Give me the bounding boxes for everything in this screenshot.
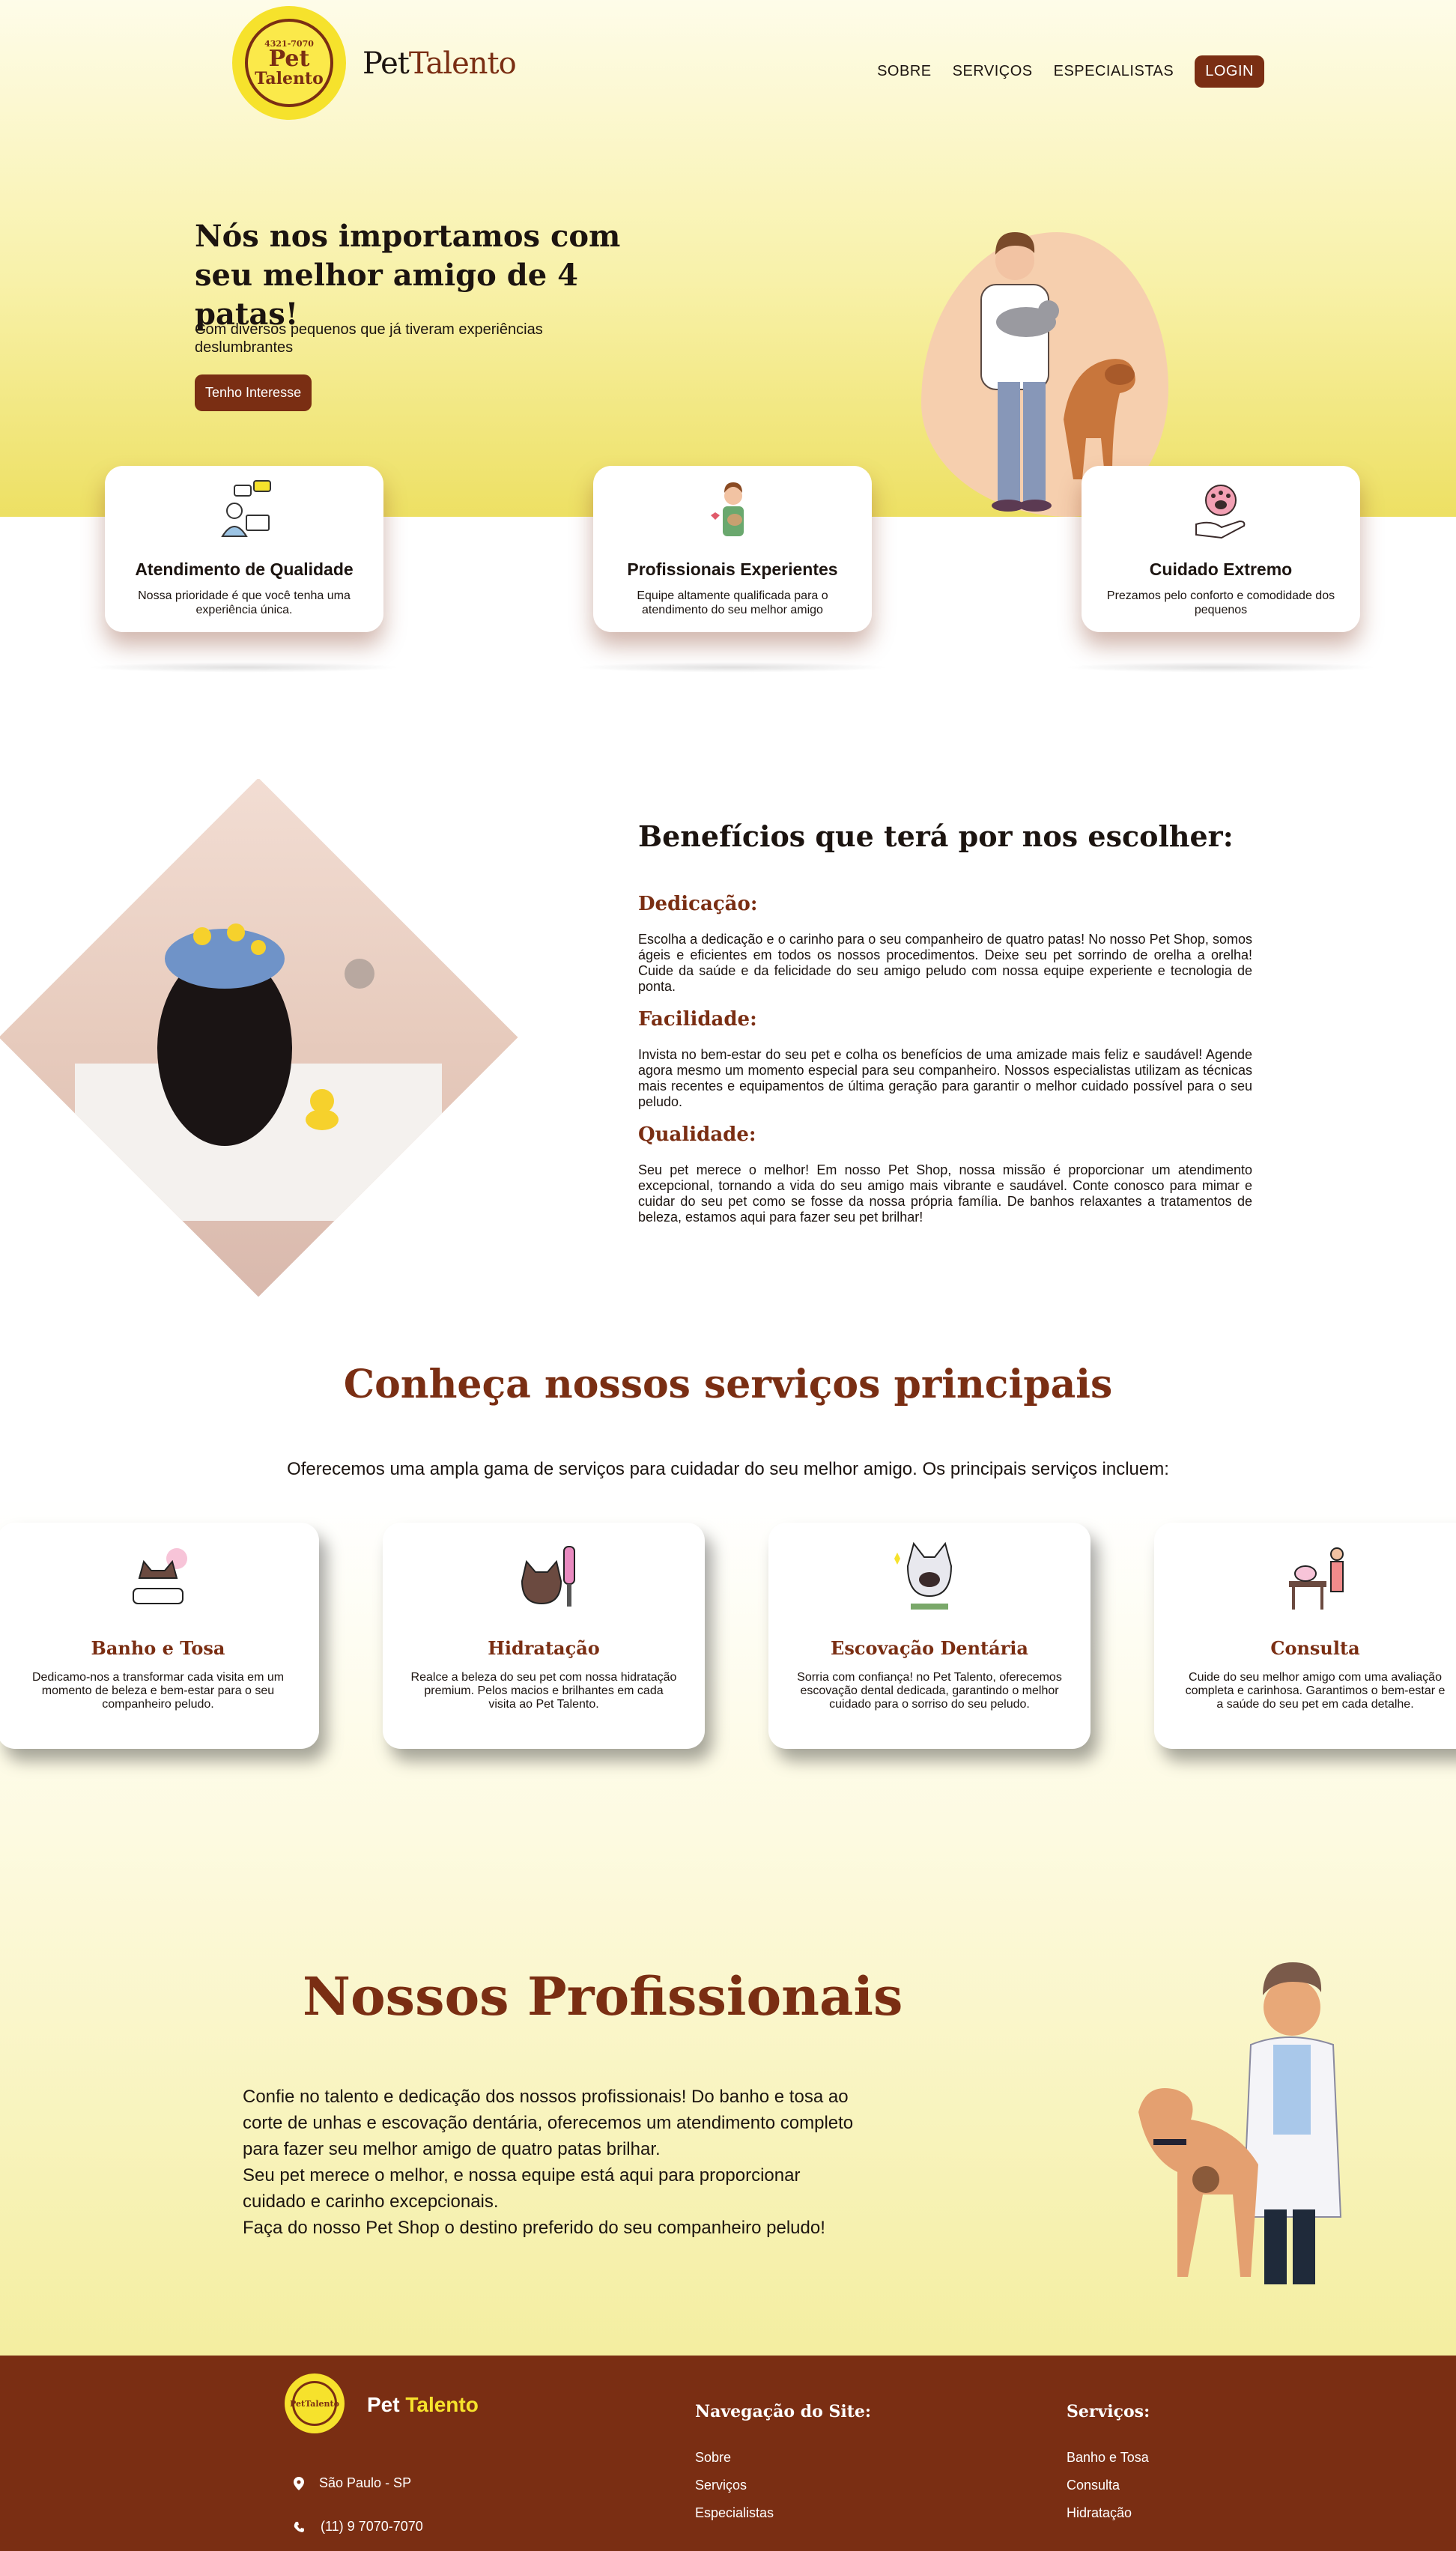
benefit-heading-dedicacao: Dedicação: (638, 893, 758, 915)
card-shadow (1064, 662, 1378, 673)
footer-link-especialistas[interactable]: Especialistas (695, 2505, 774, 2521)
footer-nav-heading: Navegação do Site: (695, 2402, 872, 2421)
services-subtitle: Oferecemos uma ampla gama de serviços pa… (287, 1459, 1169, 1479)
dog-bath-icon (133, 1548, 187, 1604)
service-title: Escovação Dentária (831, 1637, 1028, 1659)
hero-title: Nós nos importamos com seu melhor amigo … (195, 219, 621, 332)
service-card-escovacao[interactable]: Escovação Dentária Sorria com confiança!… (768, 1523, 1091, 1749)
feature-title: Cuidado Extremo (1149, 559, 1293, 579)
footer-brand-talento: Talento (405, 2393, 479, 2416)
footer-logo-badge: Pet Talento (290, 2381, 339, 2426)
service-text: Realce a beleza do seu pet com nossa hid… (410, 1671, 677, 1711)
footer-link-servicos[interactable]: Serviços (695, 2478, 747, 2493)
dog-in-bathtub-illustration (75, 923, 442, 1221)
footer-logo[interactable]: Pet Talento (285, 2373, 345, 2433)
hero-section: 4321-7070 Pet Talento PetTalento SOBRE S… (0, 0, 1456, 517)
professionals-text: Confie no talento e dedicação dos nossos… (243, 2084, 857, 2241)
professionals-line: Faça do nosso Pet Shop o destino preferi… (243, 2218, 825, 2238)
services-title: Conheça nossos serviços principais (343, 1362, 1113, 1407)
hero-subtitle: Com diversos pequenos que já tiveram exp… (195, 321, 543, 356)
footer-brand: Pet Talento (367, 2393, 479, 2417)
footer-logo-word-talento: Talento (305, 2398, 339, 2409)
pet-caretaker-icon (711, 482, 744, 536)
service-text: Dedicamo-nos a transformar cada visita e… (31, 1671, 285, 1711)
brand-name[interactable]: PetTalento (363, 46, 517, 81)
benefits-title: Benefícios que terá por nos escolher: (638, 819, 1234, 853)
support-agent-icon (221, 480, 271, 537)
dog-bath-photo (0, 779, 524, 1303)
location-pin-icon (294, 2476, 304, 2490)
vet-consultation-icon (1289, 1547, 1344, 1610)
footer: Pet Talento Pet Talento São Paulo - SP (… (0, 2356, 1456, 2551)
nav-link-servicos[interactable]: SERVIÇOS (953, 63, 1033, 80)
service-card-banho-tosa[interactable]: Banho e Tosa Dedicamo-nos a transformar … (0, 1523, 319, 1749)
logo[interactable]: 4321-7070 Pet Talento (232, 6, 346, 120)
interest-button[interactable]: Tenho Interesse (195, 374, 312, 411)
footer-link-hidratacao[interactable]: Hidratação (1067, 2505, 1132, 2521)
nav-link-sobre[interactable]: SOBRE (877, 63, 932, 80)
main-nav: SOBRE SERVIÇOS ESPECIALISTAS LOGIN (877, 55, 1264, 88)
footer-link-sobre[interactable]: Sobre (695, 2450, 731, 2466)
feature-card-care: Cuidado Extremo Prezamos pelo conforto e… (1082, 466, 1360, 632)
service-card-consulta[interactable]: Consulta Cuide do seu melhor amigo com u… (1154, 1523, 1456, 1749)
card-shadow (575, 662, 890, 673)
feature-title: Profissionais Experientes (627, 559, 838, 579)
feature-text: Nossa prioridade é que você tenha uma ex… (138, 589, 351, 616)
feature-text: Prezamos pelo conforto e comodidade dos … (1106, 589, 1335, 616)
professionals-title: Nossos Profissionais (303, 1965, 903, 2027)
benefit-text-qualidade: Seu pet merece o melhor! Em nosso Pet Sh… (638, 1162, 1252, 1225)
dog-toothbrush-icon (894, 1541, 953, 1610)
logo-word-talento: Talento (255, 68, 324, 88)
footer-phone-text: (11) 9 7070-7070 (321, 2519, 423, 2534)
paw-hand-icon (1195, 485, 1246, 539)
brand-part-pet: Pet (363, 46, 410, 81)
login-button[interactable]: LOGIN (1195, 55, 1264, 88)
dog-brush-icon (521, 1546, 575, 1607)
service-title: Banho e Tosa (91, 1637, 225, 1659)
logo-word-pet: Pet (268, 45, 310, 72)
service-card-hidratacao[interactable]: Hidratação Realce a beleza do seu pet co… (383, 1523, 705, 1749)
feature-card-professionals: Profissionais Experientes Equipe altamen… (593, 466, 872, 632)
footer-link-consulta[interactable]: Consulta (1067, 2478, 1120, 2493)
footer-link-banho-tosa[interactable]: Banho e Tosa (1067, 2450, 1149, 2466)
benefit-text-dedicacao: Escolha a dedicação e o carinho para o s… (638, 932, 1252, 994)
professionals-line: Seu pet merece o melhor, e nossa equipe … (243, 2165, 801, 2212)
photo-diamond (0, 779, 518, 1297)
professionals-line: Confie no talento e dedicação dos nossos… (243, 2087, 854, 2159)
benefit-heading-facilidade: Facilidade: (638, 1008, 757, 1031)
benefit-heading-qualidade: Qualidade: (638, 1123, 756, 1146)
nav-link-especialistas[interactable]: ESPECIALISTAS (1054, 63, 1174, 80)
logo-badge: 4321-7070 Pet Talento (245, 19, 333, 107)
footer-phone: (11) 9 7070-7070 (294, 2519, 423, 2535)
benefit-text-facilidade: Invista no bem-estar do seu pet e colha … (638, 1047, 1252, 1109)
service-title: Consulta (1270, 1637, 1360, 1659)
service-text: Sorria com confiança! no Pet Talento, of… (797, 1671, 1062, 1711)
footer-brand-pet: Pet (367, 2393, 400, 2416)
service-title: Hidratação (488, 1637, 600, 1659)
vet-and-dog-illustration (1138, 1962, 1342, 2284)
card-shadow (87, 662, 401, 673)
feature-title: Atendimento de Qualidade (135, 559, 354, 579)
phone-icon (294, 2521, 304, 2532)
feature-card-quality: Atendimento de Qualidade Nossa prioridad… (105, 466, 383, 632)
footer-location-text: São Paulo - SP (319, 2475, 412, 2490)
footer-location: São Paulo - SP (294, 2475, 411, 2491)
footer-services-heading: Serviços: (1067, 2402, 1150, 2421)
footer-logo-word-pet: Pet (290, 2398, 306, 2409)
brand-part-talento: Talento (408, 46, 517, 81)
feature-text: Equipe altamente qualificada para o aten… (637, 589, 828, 616)
service-text: Cuide do seu melhor amigo com uma avalia… (1185, 1671, 1446, 1711)
